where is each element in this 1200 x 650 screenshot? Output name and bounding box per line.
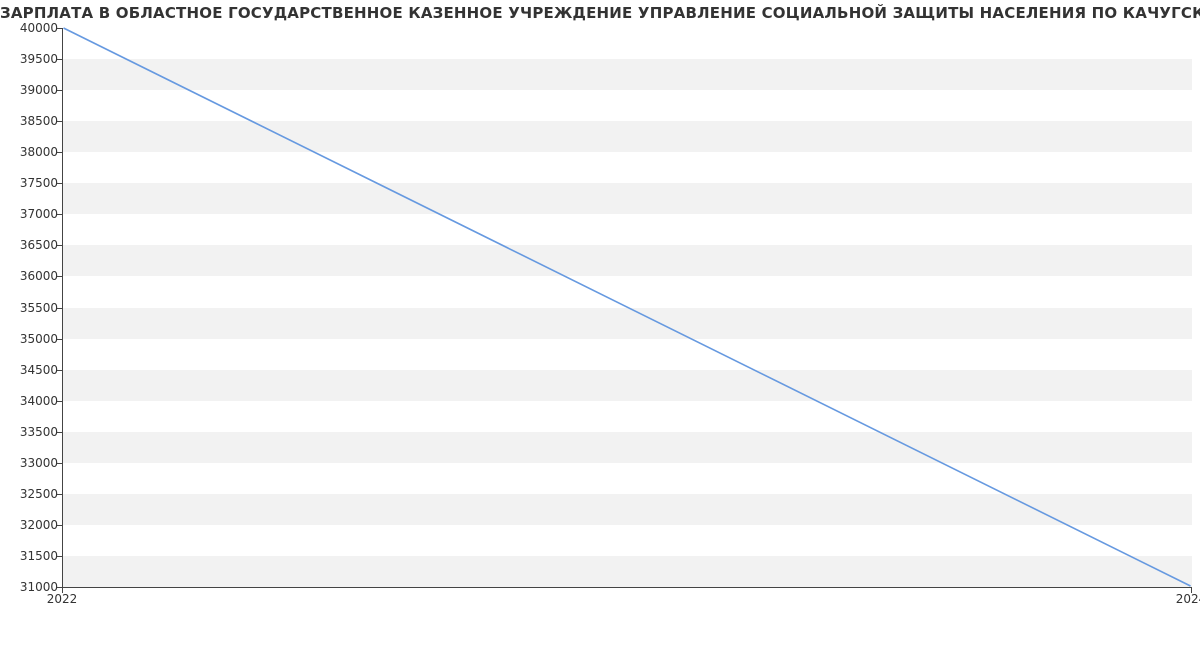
y-tick-mark	[57, 494, 62, 495]
y-tick-mark	[57, 463, 62, 464]
y-tick-label: 38500	[4, 114, 58, 128]
y-tick-label: 37000	[4, 207, 58, 221]
y-tick-label: 33500	[4, 425, 58, 439]
y-tick-label: 33000	[4, 456, 58, 470]
y-tick-label: 35000	[4, 332, 58, 346]
x-tick-mark	[62, 588, 63, 593]
y-tick-mark	[57, 214, 62, 215]
y-tick-mark	[57, 59, 62, 60]
y-tick-label: 31500	[4, 549, 58, 563]
y-tick-mark	[57, 245, 62, 246]
y-tick-mark	[57, 556, 62, 557]
y-tick-label: 32500	[4, 487, 58, 501]
y-tick-label: 39000	[4, 83, 58, 97]
y-tick-mark	[57, 308, 62, 309]
y-tick-label: 32000	[4, 518, 58, 532]
chart-title: ЗАРПЛАТА В ОБЛАСТНОЕ ГОСУДАРСТВЕННОЕ КАЗ…	[0, 4, 1200, 22]
y-tick-mark	[57, 276, 62, 277]
y-tick-mark	[57, 90, 62, 91]
plot-area	[62, 28, 1192, 588]
y-tick-mark	[57, 183, 62, 184]
salary-line-chart: ЗАРПЛАТА В ОБЛАСТНОЕ ГОСУДАРСТВЕННОЕ КАЗ…	[0, 0, 1200, 650]
y-tick-mark	[57, 28, 62, 29]
y-tick-label: 36500	[4, 238, 58, 252]
x-tick-mark	[1191, 588, 1192, 593]
y-tick-label: 35500	[4, 301, 58, 315]
y-tick-label: 39500	[4, 52, 58, 66]
y-tick-label: 34000	[4, 394, 58, 408]
y-tick-label: 38000	[4, 145, 58, 159]
y-tick-mark	[57, 152, 62, 153]
line-layer	[63, 28, 1192, 587]
series-line-salary	[64, 28, 1191, 586]
y-tick-mark	[57, 401, 62, 402]
x-tick-label: 2024	[1176, 592, 1200, 606]
y-tick-label: 34500	[4, 363, 58, 377]
y-tick-mark	[57, 339, 62, 340]
y-tick-mark	[57, 121, 62, 122]
y-tick-label: 37500	[4, 176, 58, 190]
y-tick-label: 36000	[4, 269, 58, 283]
y-tick-mark	[57, 525, 62, 526]
y-tick-mark	[57, 370, 62, 371]
y-tick-label: 40000	[4, 21, 58, 35]
x-tick-label: 2022	[47, 592, 78, 606]
y-tick-mark	[57, 432, 62, 433]
